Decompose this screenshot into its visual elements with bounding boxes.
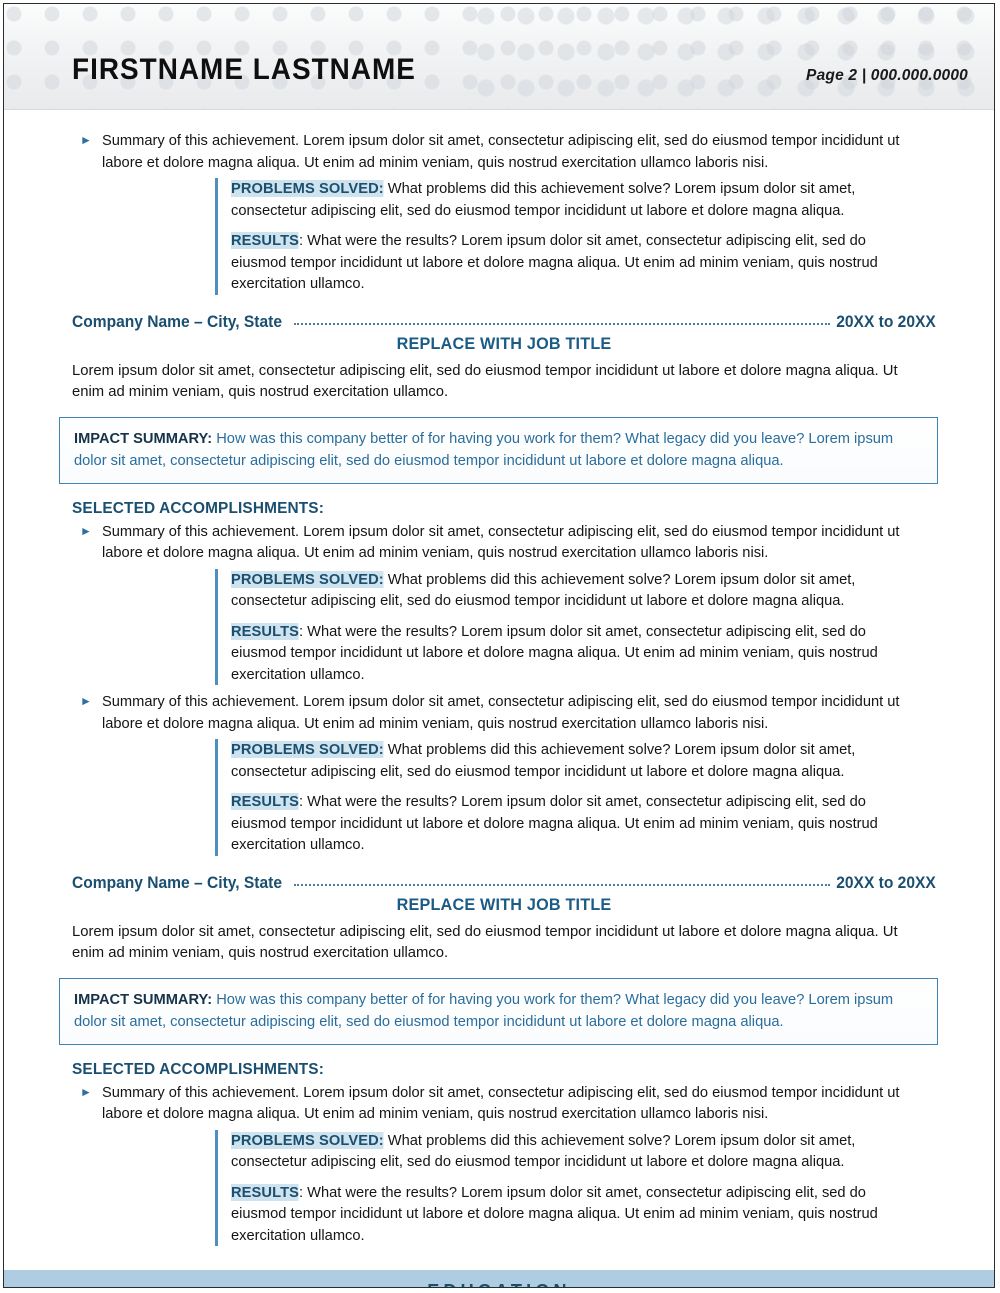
- accomplishment-detail-block: PROBLEMS SOLVED: What problems did this …: [215, 1129, 936, 1247]
- dot-leader: [294, 883, 831, 886]
- accomplishment-detail-block: PROBLEMS SOLVED: What problems did this …: [215, 568, 936, 686]
- selected-accomplishments-heading: SELECTED ACCOMPLISHMENTS:: [72, 499, 324, 517]
- impact-summary-box: IMPACT SUMMARY: How was this company bet…: [59, 416, 938, 484]
- triangle-right-icon: ►: [80, 523, 92, 538]
- resume-page: FIRSTNAME LASTNAME Page 2 | 000.000.0000…: [3, 3, 995, 1288]
- accomplishment-detail-block: PROBLEMS SOLVED: What problems did this …: [215, 178, 936, 295]
- accomplishment-bullet: ► Summary of this achievement. Lorem ips…: [72, 130, 936, 173]
- impact-summary-box: IMPACT SUMMARY: How was this company bet…: [59, 977, 938, 1045]
- job-title: REPLACE WITH JOB TITLE: [396, 334, 612, 353]
- accomplishment-summary-text: Summary of this achievement. Lorem ipsum…: [102, 1083, 900, 1123]
- results-line: RESULTS: What were the results? Lorem ip…: [231, 791, 911, 856]
- triangle-right-icon: ►: [80, 133, 92, 147]
- results-body: What were the results? Lorem ipsum dolor…: [231, 793, 878, 853]
- problems-solved-line: PROBLEMS SOLVED: What problems did this …: [231, 178, 911, 221]
- impact-summary-text: IMPACT SUMMARY: How was this company bet…: [74, 428, 893, 472]
- impact-summary-label: IMPACT SUMMARY:: [74, 990, 213, 1008]
- results-label: RESULTS: [231, 232, 299, 249]
- company-dates: 20XX to 20XX: [836, 312, 936, 331]
- page-header: FIRSTNAME LASTNAME Page 2 | 000.000.0000: [4, 4, 994, 110]
- company-heading: Company Name – City, State 20XX to 20XX: [72, 313, 936, 332]
- problems-solved-label: PROBLEMS SOLVED:: [231, 180, 384, 197]
- results-line: RESULTS: What were the results? Lorem ip…: [231, 230, 911, 295]
- accomplishment-summary-text: Summary of this achievement. Lorem ipsum…: [102, 522, 900, 562]
- accomplishment-bullet: ► Summary of this achievement. Lorem ips…: [72, 521, 936, 564]
- triangle-right-icon: ►: [80, 1084, 92, 1099]
- impact-summary-label: IMPACT SUMMARY:: [74, 429, 213, 447]
- problems-solved-label: PROBLEMS SOLVED:: [231, 570, 384, 588]
- problems-solved-line: PROBLEMS SOLVED: What problems did this …: [231, 739, 911, 782]
- accomplishment-summary-text: Summary of this achievement. Lorem ipsum…: [102, 132, 900, 171]
- education-section-bar: EDUCATION: [4, 1270, 994, 1288]
- company-name: Company Name – City, State: [72, 312, 282, 331]
- selected-accomplishments-heading: SELECTED ACCOMPLISHMENTS:: [72, 1060, 324, 1078]
- results-line: RESULTS: What were the results? Lorem ip…: [231, 1182, 911, 1247]
- company-name: Company Name – City, State: [72, 873, 282, 892]
- accomplishment-bullet: ► Summary of this achievement. Lorem ips…: [72, 1082, 936, 1125]
- dot-leader: [294, 322, 831, 325]
- accomplishment-bullet: ► Summary of this achievement. Lorem ips…: [72, 691, 936, 734]
- company-dates: 20XX to 20XX: [836, 873, 936, 892]
- results-label: RESULTS: [231, 622, 299, 640]
- page-number-and-phone: Page 2 | 000.000.0000: [806, 67, 968, 84]
- results-line: RESULTS: What were the results? Lorem ip…: [231, 621, 911, 686]
- problems-solved-label: PROBLEMS SOLVED:: [231, 741, 384, 758]
- company-heading: Company Name – City, State 20XX to 20XX: [72, 874, 936, 893]
- page-body: ► Summary of this achievement. Lorem ips…: [4, 110, 994, 1288]
- company-description: Lorem ipsum dolor sit amet, consectetur …: [72, 361, 898, 401]
- results-label: RESULTS: [231, 793, 299, 810]
- problems-solved-label: PROBLEMS SOLVED:: [231, 1131, 384, 1149]
- results-body: What were the results? Lorem ipsum dolor…: [231, 232, 878, 292]
- header-inner: FIRSTNAME LASTNAME Page 2 | 000.000.0000: [4, 4, 994, 109]
- results-body: What were the results? Lorem ipsum dolor…: [231, 1183, 878, 1244]
- results-label: RESULTS: [231, 1183, 299, 1201]
- job-title: REPLACE WITH JOB TITLE: [396, 895, 612, 914]
- accomplishment-summary-text: Summary of this achievement. Lorem ipsum…: [102, 693, 900, 732]
- accomplishment-detail-block: PROBLEMS SOLVED: What problems did this …: [215, 739, 936, 856]
- impact-summary-text: IMPACT SUMMARY: How was this company bet…: [74, 989, 893, 1033]
- problems-solved-line: PROBLEMS SOLVED: What problems did this …: [231, 1130, 911, 1173]
- company-description: Lorem ipsum dolor sit amet, consectetur …: [72, 922, 898, 962]
- education-section-title: EDUCATION: [427, 1281, 570, 1288]
- top-spacer: [72, 110, 936, 128]
- triangle-right-icon: ►: [80, 694, 92, 708]
- results-body: What were the results? Lorem ipsum dolor…: [231, 622, 878, 683]
- problems-solved-line: PROBLEMS SOLVED: What problems did this …: [231, 569, 911, 612]
- candidate-name: FIRSTNAME LASTNAME: [72, 53, 416, 86]
